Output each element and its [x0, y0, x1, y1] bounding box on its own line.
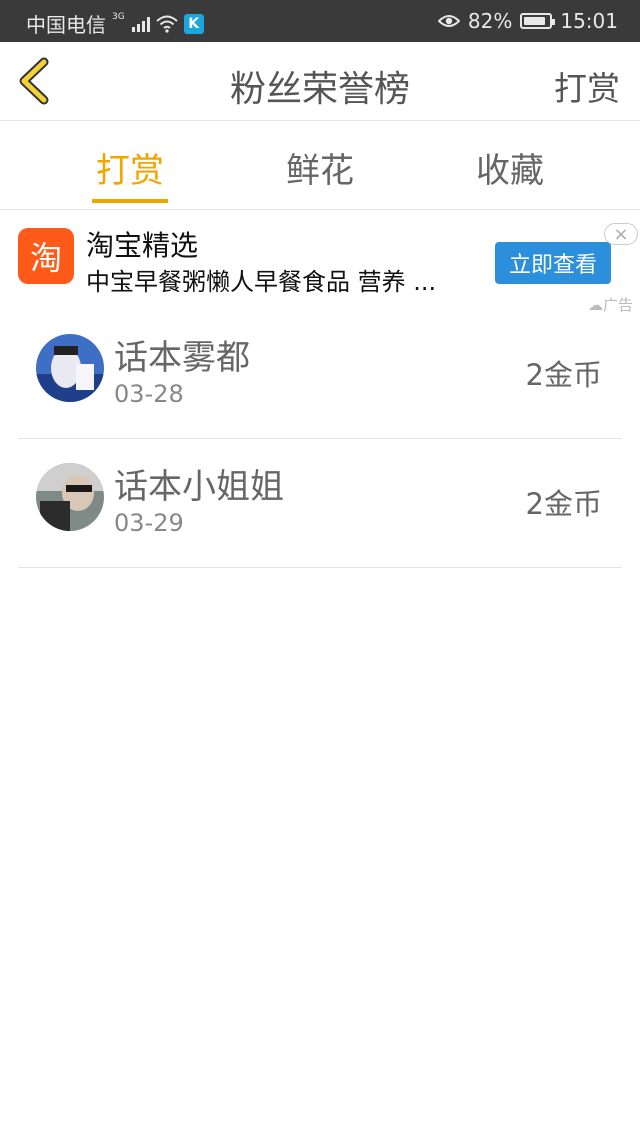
- ad-close-icon[interactable]: ×: [604, 223, 638, 245]
- battery-percent: 82%: [467, 9, 513, 33]
- ad-view-now-button[interactable]: 立即查看: [495, 242, 611, 284]
- list-item[interactable]: 话本雾都 03-28 2金币: [18, 310, 622, 439]
- avatar[interactable]: [36, 334, 104, 402]
- reward-button[interactable]: 打赏: [554, 62, 620, 110]
- status-bar: 中国电信 3G K 82% 15:01: [0, 0, 640, 42]
- tab-reward[interactable]: 打赏: [80, 143, 180, 192]
- reward-list: 话本雾都 03-28 2金币 话本小姐姐 03-29 2金币: [18, 310, 622, 568]
- battery-icon: [520, 13, 556, 29]
- eye-comfort-icon: [437, 15, 460, 27]
- list-item[interactable]: 话本小姐姐 03-29 2金币: [18, 439, 622, 568]
- app-notification-icon: K: [183, 13, 204, 34]
- reward-amount: 2金币: [525, 487, 602, 521]
- header-bar: 粉丝荣誉榜 打赏: [0, 42, 640, 121]
- clock: 15:01: [560, 9, 618, 33]
- wifi-icon: [156, 15, 178, 33]
- carrier-label: 中国电信: [26, 13, 106, 37]
- reward-amount: 2金币: [525, 358, 602, 392]
- ad-banner[interactable]: 淘 淘宝精选 中宝早餐粥懒人早餐食品 营养 ... 立即查看 × ☁广告: [0, 210, 640, 314]
- signal-icon: [131, 16, 150, 32]
- reward-date: 03-28: [114, 380, 184, 408]
- user-name: 话本雾都: [114, 338, 250, 378]
- page-title: 粉丝荣誉榜: [229, 69, 410, 110]
- active-tab-indicator: [92, 199, 168, 203]
- taobao-logo-icon: 淘: [18, 228, 74, 284]
- tab-flowers[interactable]: 鲜花: [270, 143, 370, 192]
- ad-description: 中宝早餐粥懒人早餐食品 营养 ...: [86, 268, 437, 296]
- tab-favorites[interactable]: 收藏: [460, 143, 560, 192]
- user-name: 话本小姐姐: [114, 467, 284, 507]
- avatar[interactable]: [36, 463, 104, 531]
- tab-bar: 打赏 鲜花 收藏: [0, 121, 640, 210]
- ad-title: 淘宝精选: [86, 229, 199, 262]
- reward-date: 03-29: [114, 509, 184, 537]
- network-type-label: 3G: [112, 11, 125, 22]
